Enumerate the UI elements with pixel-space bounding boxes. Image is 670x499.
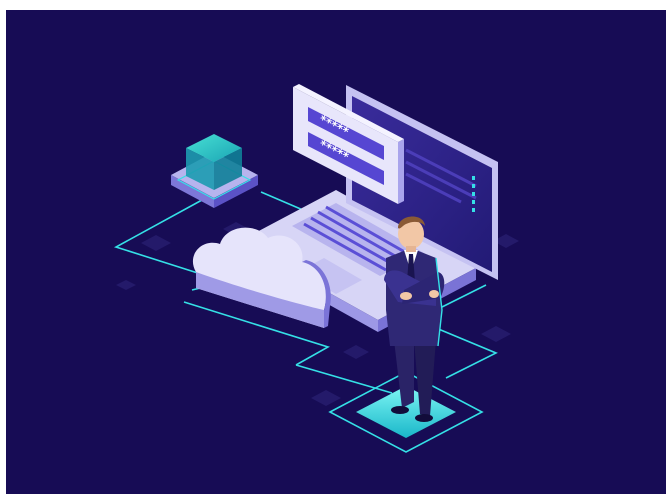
illustration-frame: ***** ***** (6, 10, 666, 494)
data-cube (171, 134, 258, 208)
illustration-scene: ***** ***** (113, 84, 519, 453)
